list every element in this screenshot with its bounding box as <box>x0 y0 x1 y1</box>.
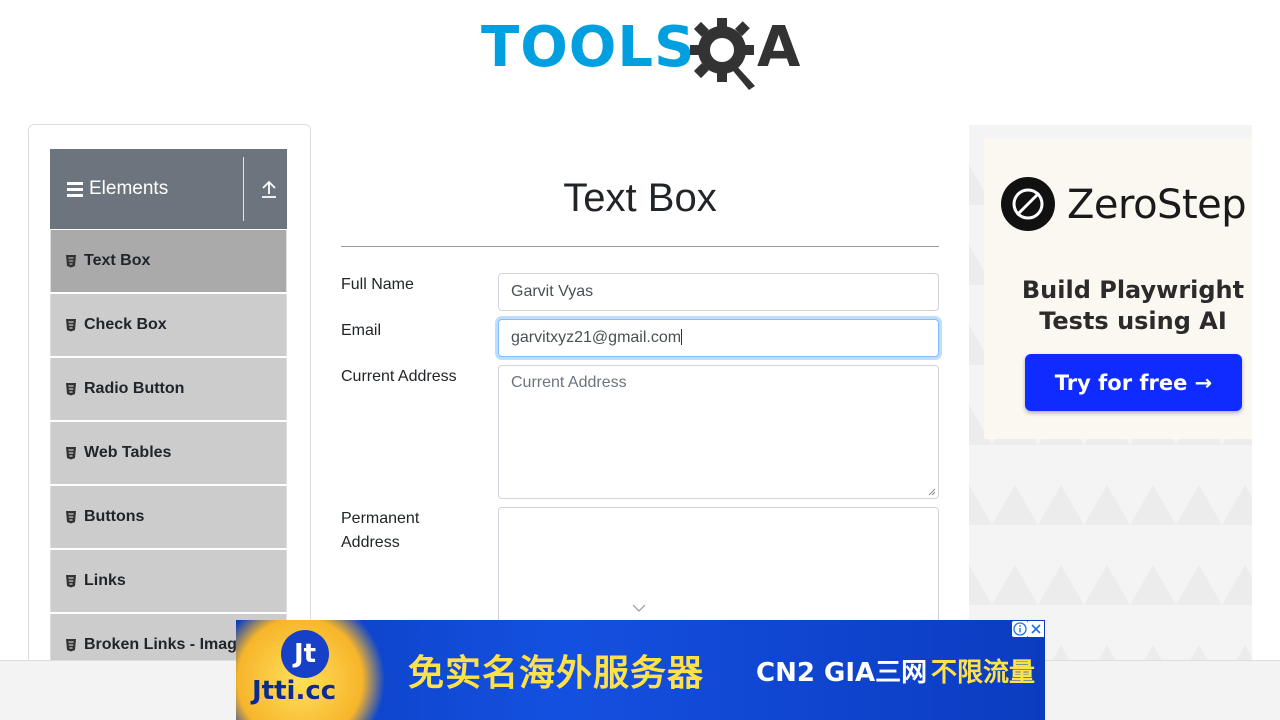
zerostep-logo-icon <box>1001 177 1055 231</box>
banner-headline: 免实名海外服务器 <box>408 653 705 694</box>
chevron-down-icon <box>632 604 646 612</box>
banner-site-name: Jtti.cc <box>252 676 337 706</box>
ad-close-icon[interactable] <box>1028 621 1044 637</box>
sidebar-menu: Text Box Check Box Radio Button Web Tabl… <box>50 230 287 678</box>
sidebar-item-label: Web Tables <box>84 444 172 461</box>
right-advertisement[interactable]: ZeroStep Build Playwright Tests using AI… <box>969 125 1252 660</box>
full-name-input[interactable]: Garvit Vyas <box>498 273 939 311</box>
sidebar-item-check-box[interactable]: Check Box <box>50 294 287 356</box>
sidebar-group-elements[interactable]: Elements <box>50 149 287 229</box>
page-title: Text Box <box>563 176 717 220</box>
full-name-label: Full Name <box>341 276 414 293</box>
gear-icon <box>690 18 755 90</box>
resize-grip-icon[interactable] <box>928 488 936 496</box>
sidebar-item-label: Text Box <box>84 252 151 269</box>
current-address-placeholder: Current Address <box>511 374 627 391</box>
current-address-textarea[interactable]: Current Address <box>498 365 939 499</box>
try-for-free-button[interactable]: Try for free → <box>1025 354 1242 411</box>
sidebar-item-text-box[interactable]: Text Box <box>50 230 287 292</box>
title-divider <box>341 246 939 247</box>
full-name-value: Garvit Vyas <box>511 283 594 300</box>
email-label: Email <box>341 322 382 339</box>
sidebar-item-label: Check Box <box>84 316 167 333</box>
sidebar-group-title: Elements <box>89 178 169 199</box>
zerostep-ad-card[interactable]: ZeroStep Build Playwright Tests using AI… <box>984 139 1252 439</box>
jtti-logo-icon: Jt <box>281 630 329 678</box>
current-address-label: Current Address <box>341 368 457 385</box>
sidebar-item-radio-button[interactable]: Radio Button <box>50 358 287 420</box>
text-caret <box>681 329 683 345</box>
html5-icon <box>66 319 76 332</box>
collapse-arrow-icon[interactable] <box>260 179 278 199</box>
sidebar-item-label: Buttons <box>84 508 145 525</box>
html5-icon <box>66 447 76 460</box>
logo-text-a: A <box>757 15 802 80</box>
sidebar: Elements Text Box Check Box Radio Button… <box>28 124 311 684</box>
zerostep-brand: ZeroStep <box>1067 182 1247 228</box>
zerostep-tagline: Build Playwright Tests using AI <box>1021 276 1245 335</box>
sidebar-item-buttons[interactable]: Buttons <box>50 486 287 548</box>
sidebar-item-links[interactable]: Links <box>50 550 287 612</box>
site-header: TOOLS A <box>0 0 1280 100</box>
banner-right-text: 不限流量 <box>931 658 1036 688</box>
sidebar-item-label: Radio Button <box>84 380 185 397</box>
permanent-address-label: Permanent Address <box>341 510 420 551</box>
email-input[interactable]: garvitxyz21@gmail.com <box>498 319 939 357</box>
html5-icon <box>66 639 76 652</box>
email-value: garvitxyz21@gmail.com <box>511 329 682 346</box>
html5-icon <box>66 575 76 588</box>
sidebar-item-web-tables[interactable]: Web Tables <box>50 422 287 484</box>
sidebar-item-label: Links <box>84 572 126 589</box>
banner-middle-text: CN2 GIA三网 <box>756 658 928 688</box>
html5-icon <box>66 511 76 524</box>
bottom-banner-ad[interactable]: Jt Jtti.cc 免实名海外服务器 CN2 GIA三网 不限流量 <box>236 620 1045 720</box>
html5-icon <box>66 383 76 396</box>
hamburger-icon <box>67 181 83 197</box>
sidebar-item-label: Broken Links - Images <box>84 636 255 653</box>
ad-info-icon[interactable] <box>1012 621 1028 637</box>
html5-icon <box>66 255 76 268</box>
toolsqa-logo[interactable]: TOOLS A <box>481 14 805 92</box>
logo-text-tools: TOOLS <box>481 15 696 80</box>
header-divider <box>243 157 244 221</box>
